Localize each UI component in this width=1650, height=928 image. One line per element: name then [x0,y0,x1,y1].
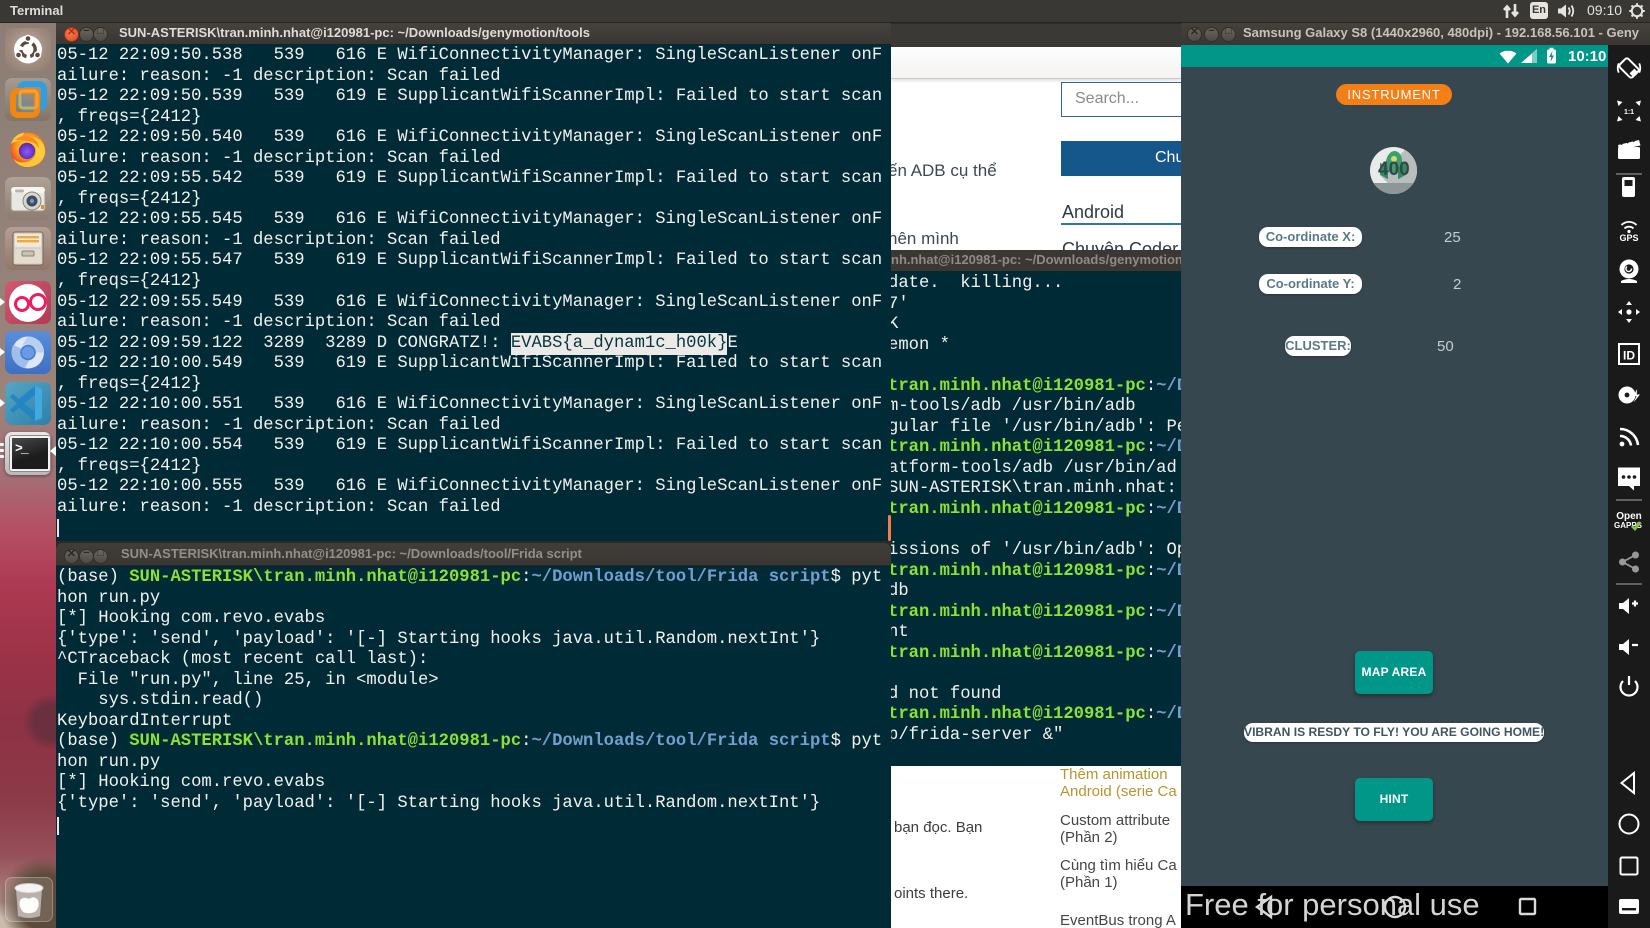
svg-text:1:1: 1:1 [1624,109,1634,116]
svg-text:ID: ID [1623,349,1635,363]
svg-text:GPS: GPS [1619,233,1638,243]
